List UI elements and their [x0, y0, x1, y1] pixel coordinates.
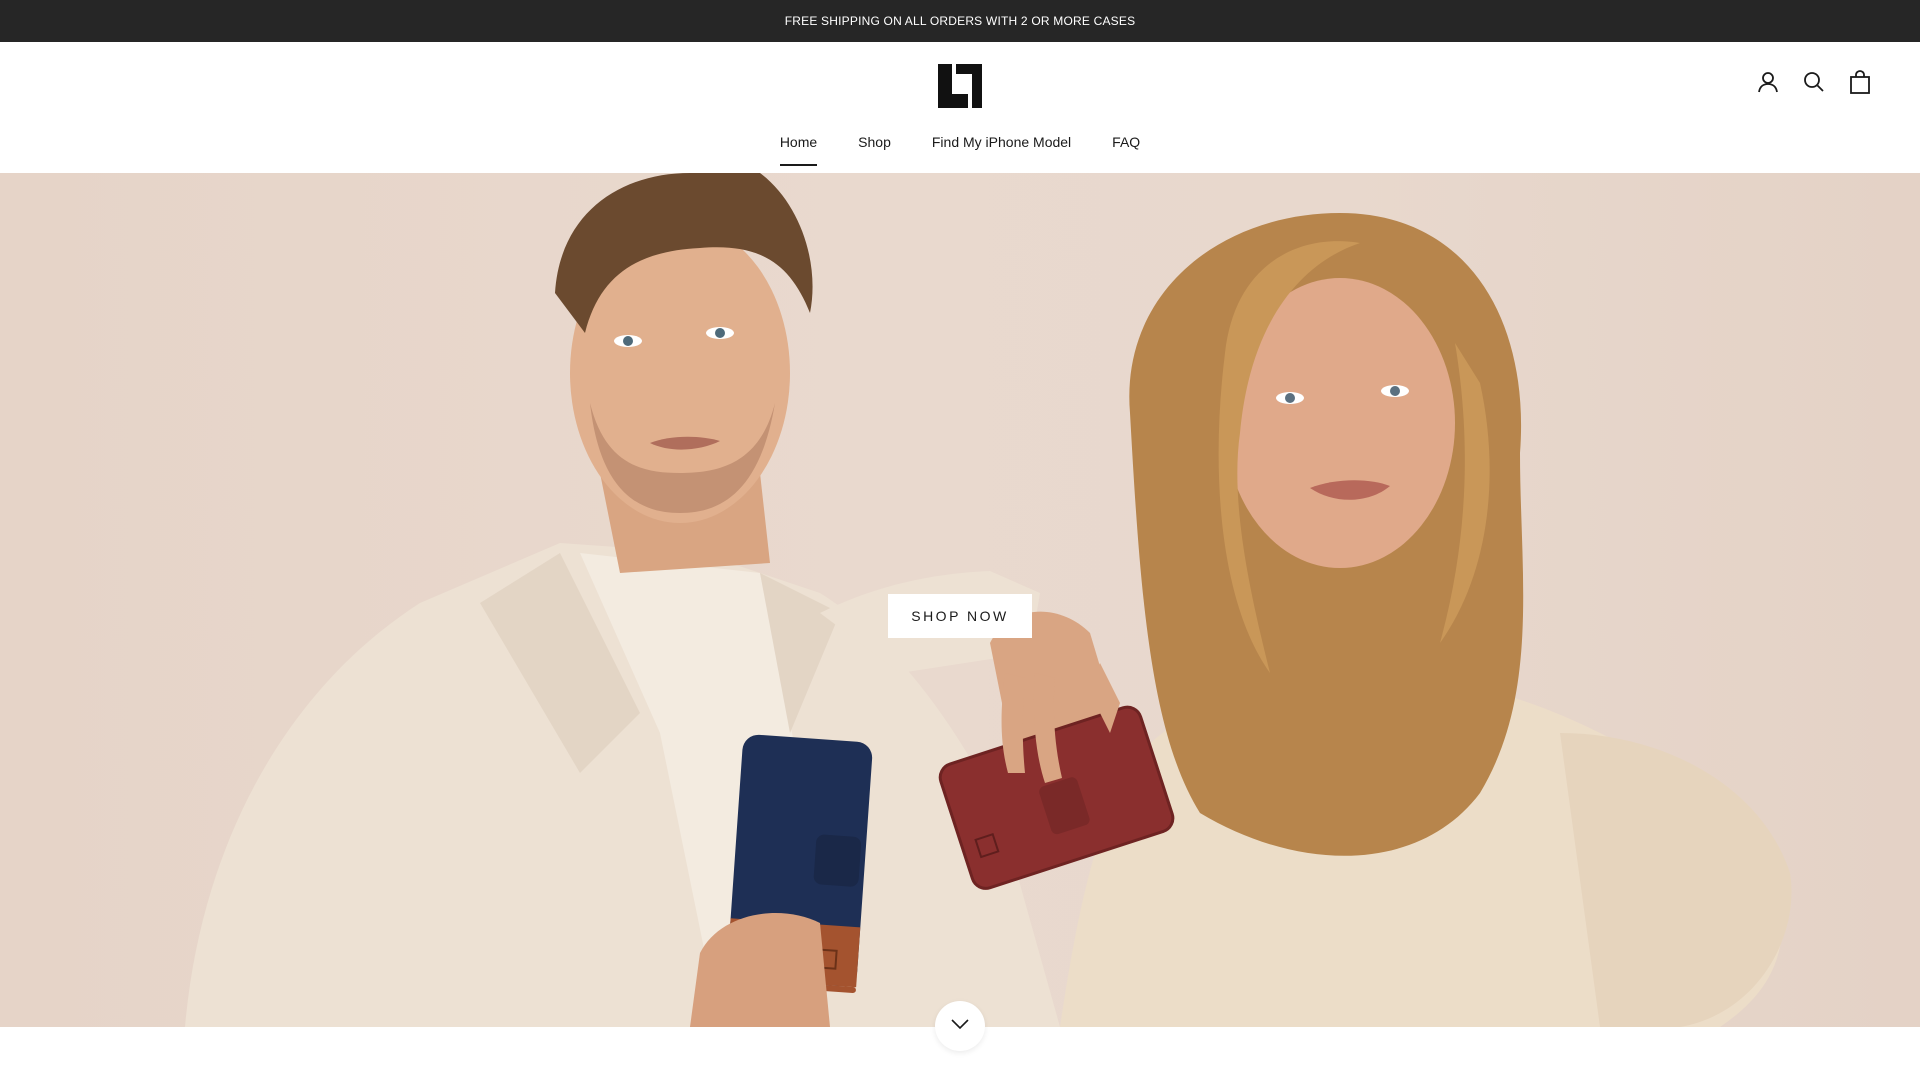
search-icon[interactable] [1802, 70, 1826, 94]
header-icons [1756, 70, 1872, 94]
brand-logo-icon[interactable] [938, 64, 982, 108]
site-header: Home Shop Find My iPhone Model FAQ [0, 42, 1920, 173]
nav-item-find-my-iphone-model[interactable]: Find My iPhone Model [932, 134, 1071, 166]
nav-item-home[interactable]: Home [779, 134, 818, 166]
cart-icon[interactable] [1848, 70, 1872, 94]
nav-item-faq[interactable]: FAQ [1112, 134, 1140, 166]
hero-banner: SHOP NOW [0, 173, 1920, 1027]
announcement-bar: FREE SHIPPING ON ALL ORDERS WITH 2 OR MO… [0, 0, 1920, 42]
main-nav: Home Shop Find My iPhone Model FAQ [0, 134, 1920, 166]
announcement-text: FREE SHIPPING ON ALL ORDERS WITH 2 OR MO… [784, 14, 1136, 28]
shop-now-button[interactable]: SHOP NOW [888, 594, 1032, 638]
chevron-down-icon [950, 1017, 970, 1035]
scroll-down-button[interactable] [935, 1001, 985, 1051]
nav-item-shop[interactable]: Shop [858, 134, 891, 166]
account-icon[interactable] [1756, 70, 1780, 94]
